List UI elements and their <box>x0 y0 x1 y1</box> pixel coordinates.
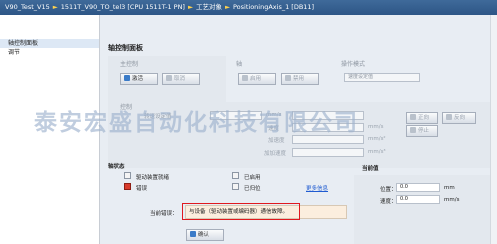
confirm-icon <box>190 231 196 237</box>
enable-button[interactable]: 启用 <box>238 73 276 85</box>
mode-group-label: 操作模式 <box>341 61 366 68</box>
window-titlebar: V90_Test_V15 ► 1511T_V90_TO_tel3 [CPU 1511… <box>0 0 497 15</box>
velocity-value-label: 速度： <box>380 199 397 205</box>
jerk-input[interactable] <box>292 148 364 157</box>
velocity-value-unit: mm/s <box>444 197 460 203</box>
breadcrumb-separator: ► <box>187 3 193 11</box>
position-label: 位置： <box>380 187 397 193</box>
more-info-link[interactable]: 更多信息 <box>306 184 328 192</box>
breadcrumb-device[interactable]: 1511T_V90_TO_tel3 [CPU 1511T-1 PN] <box>61 3 185 11</box>
speed-setpoint-label: 转速设定值 <box>144 114 172 120</box>
disable-icon <box>285 75 291 81</box>
drive-ready-indicator <box>124 172 131 179</box>
velocity-input[interactable] <box>292 111 364 120</box>
jerk-unit: mm/s³ <box>368 149 386 155</box>
backward-button[interactable]: 反向 <box>442 112 476 124</box>
breadcrumb-separator: ► <box>52 3 58 11</box>
position-value: 0.0 <box>396 183 440 192</box>
current-values-label: 当前值 <box>362 166 379 172</box>
panel-title: 轴控制面板 <box>108 44 143 52</box>
mode-select[interactable]: 速度设定值 <box>344 73 420 82</box>
drive-ready-label: 驱动装置就绪 <box>136 175 170 181</box>
error-highlight-frame <box>182 203 300 220</box>
nav-item-tuning[interactable]: 调节 <box>0 48 99 57</box>
enabled-indicator <box>232 172 239 179</box>
vertical-scrollbar[interactable] <box>490 15 497 244</box>
deactivate-button[interactable]: 取消 <box>162 73 200 85</box>
enabled-label: 已启用 <box>244 175 261 181</box>
acceleration-label: 加速度 <box>268 138 285 144</box>
error-label: 错误 <box>136 186 148 192</box>
activate-button[interactable]: 激活 <box>120 73 158 85</box>
left-navigation: 轴控制面板 调节 <box>0 15 100 244</box>
master-control-label: 主控制 <box>120 61 139 68</box>
velocity-unit: mm/s <box>368 124 384 130</box>
acceleration-unit: mm/s² <box>368 136 386 142</box>
activate-icon <box>124 75 130 81</box>
main-panel: 轴控制面板 主控制 激活 取消 轴 启用 禁用 操作模式 速度设定值 控制 转速… <box>100 15 497 244</box>
breadcrumb-technology-objects[interactable]: 工艺对象 <box>196 3 222 11</box>
breadcrumb-separator: ► <box>224 3 230 11</box>
jerk-label: 加加速度 <box>264 151 287 157</box>
stop-icon <box>410 127 416 133</box>
forward-icon <box>410 114 416 120</box>
stop-button[interactable]: 停止 <box>406 125 438 137</box>
velocity-field[interactable] <box>292 123 364 132</box>
axis-status-label: 轴状态 <box>108 164 125 170</box>
breadcrumb-project[interactable]: V90_Test_V15 <box>5 3 50 11</box>
speed-setpoint-input[interactable] <box>210 111 262 120</box>
deactivate-icon <box>166 75 172 81</box>
enable-icon <box>242 75 248 81</box>
breadcrumb-axis[interactable]: PositioningAxis_1 [DB11] <box>233 3 314 11</box>
acceleration-input[interactable] <box>292 135 364 144</box>
forward-button[interactable]: 正向 <box>406 112 438 124</box>
homed-label: 已归位 <box>244 186 261 192</box>
control-group-label: 控制 <box>120 104 133 111</box>
axis-group-label: 轴 <box>236 61 243 68</box>
speed-setpoint-unit: mm/s <box>266 112 282 118</box>
velocity-label: 速度 <box>268 126 280 132</box>
current-error-label: 当前错误： <box>150 211 178 217</box>
confirm-button[interactable]: 确认 <box>186 229 224 241</box>
error-indicator <box>124 183 131 190</box>
disable-button[interactable]: 禁用 <box>281 73 319 85</box>
nav-item-axis-control-panel[interactable]: 轴控制面板 <box>0 39 99 48</box>
homed-indicator <box>232 183 239 190</box>
backward-icon <box>446 114 452 120</box>
velocity-value: 0.0 <box>396 195 440 204</box>
position-unit: mm <box>444 185 455 191</box>
